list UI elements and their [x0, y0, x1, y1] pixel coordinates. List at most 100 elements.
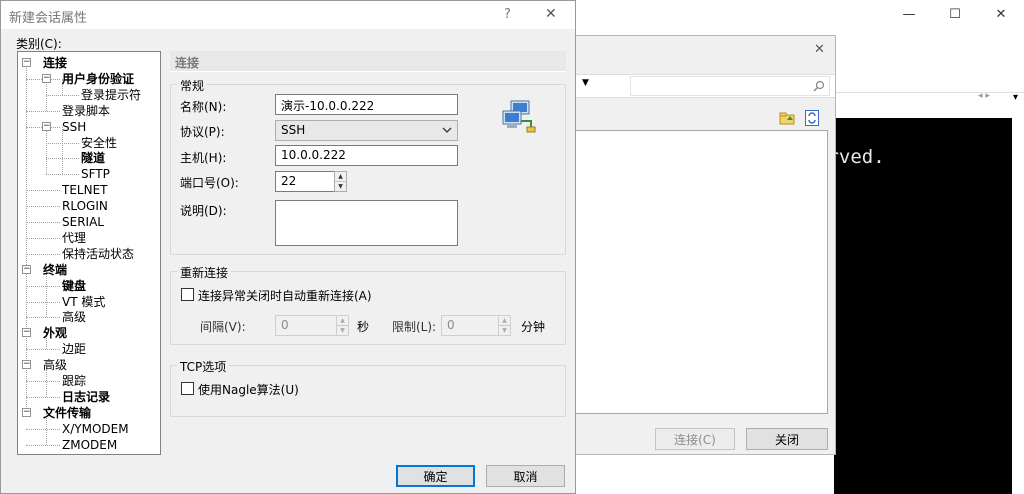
- tree-collapse-icon[interactable]: −: [22, 407, 31, 417]
- tree-guide-line: [26, 285, 60, 287]
- interval-label: 间隔(V):: [200, 320, 246, 334]
- category-tree[interactable]: − 连接 − 用户身份验证 登录提示符 登录脚本 − SSH 安全性 隧道 SFTP TELNET RL…: [17, 51, 161, 455]
- protocol-value: SSH: [281, 123, 306, 137]
- tree-item[interactable]: ZMODEM: [62, 437, 117, 453]
- terminal-area[interactable]: erved.: [816, 118, 1024, 494]
- tree-item[interactable]: 高级: [43, 357, 67, 373]
- tree-item[interactable]: X/YMODEM: [62, 421, 129, 437]
- name-input[interactable]: 演示-10.0.0.222: [275, 94, 458, 115]
- limit-spinner[interactable]: ▲ ▼: [498, 315, 511, 336]
- tree-guide-line: [26, 301, 60, 303]
- protocol-select[interactable]: SSH: [275, 120, 458, 141]
- session-search-input[interactable]: [630, 76, 830, 96]
- tree-item[interactable]: 高级: [62, 309, 86, 325]
- search-icon: [813, 80, 825, 92]
- tree-item[interactable]: 连接: [43, 55, 67, 71]
- protocol-label: 协议(P):: [180, 125, 225, 139]
- terminal-scrollbar[interactable]: [1012, 110, 1024, 494]
- close-button[interactable]: ✕: [978, 0, 1024, 28]
- tree-item[interactable]: 登录脚本: [62, 103, 110, 119]
- interval-input[interactable]: 0: [275, 315, 337, 336]
- title-bar: [1, 1, 575, 29]
- tree-guide-line: [46, 94, 79, 96]
- tree-guide-line: [46, 142, 79, 144]
- tree-collapse-icon[interactable]: −: [22, 58, 31, 67]
- tree-collapse-icon[interactable]: −: [42, 73, 51, 83]
- tree-item[interactable]: 代理: [62, 230, 86, 246]
- dialog-close-button[interactable]: ✕: [545, 6, 557, 22]
- reconnect-checkbox-label: 连接异常关闭时自动重新连接(A): [198, 289, 372, 303]
- spin-down-icon[interactable]: ▼: [499, 325, 510, 335]
- tree-item[interactable]: RLOGIN: [62, 198, 108, 214]
- connect-button[interactable]: 连接(C): [655, 428, 735, 450]
- toolbar-divider: [836, 92, 1024, 93]
- tree-item[interactable]: TELNET: [62, 182, 108, 198]
- close-dialog-button[interactable]: 关闭: [746, 428, 828, 450]
- tree-item[interactable]: 外观: [43, 325, 67, 341]
- tree-item[interactable]: SERIAL: [62, 214, 104, 230]
- port-input[interactable]: 22: [275, 171, 335, 192]
- help-button[interactable]: ?: [504, 7, 511, 22]
- port-label: 端口号(O):: [180, 176, 239, 190]
- tree-guide-line: [26, 222, 60, 223]
- tree-item[interactable]: 保持活动状态: [62, 246, 134, 262]
- tree-item[interactable]: 安全性: [81, 135, 117, 151]
- tree-item[interactable]: 终端: [43, 262, 67, 278]
- nagle-checkbox[interactable]: [181, 382, 194, 395]
- tree-item[interactable]: 登录提示符: [81, 87, 141, 103]
- chevron-down-icon: [442, 127, 452, 133]
- ok-button[interactable]: 确定: [396, 465, 475, 487]
- tree-collapse-icon[interactable]: −: [22, 328, 31, 338]
- tree-collapse-icon[interactable]: −: [42, 121, 51, 131]
- spin-up-icon[interactable]: ▲: [335, 172, 346, 181]
- tree-guide-line: [46, 174, 79, 176]
- section-header: 连接: [170, 51, 566, 72]
- tab-scroll-arrows[interactable]: ◂ ▸: [978, 91, 990, 101]
- tree-item[interactable]: VT 模式: [62, 294, 105, 310]
- tab-dropdown-icon[interactable]: ▾: [1013, 92, 1018, 103]
- reconnect-checkbox[interactable]: [181, 288, 194, 301]
- session-properties-dialog: 新建会话属性 ? ✕ 类别(C): − 连接 − 用户身份验证 登录提示符 登录脚本 − SS…: [0, 0, 576, 494]
- spin-up-icon[interactable]: ▲: [337, 316, 348, 325]
- tree-guide-line: [26, 253, 60, 255]
- section-title: 连接: [175, 56, 200, 70]
- chevron-down-icon[interactable]: ▼: [582, 78, 589, 88]
- maximize-button[interactable]: ☐: [932, 0, 978, 28]
- tree-item[interactable]: 跟踪: [62, 373, 86, 389]
- open-folder-icon[interactable]: [779, 110, 795, 126]
- port-spinner[interactable]: ▲ ▼: [334, 171, 347, 192]
- session-manager-close-button[interactable]: ✕: [814, 42, 825, 57]
- tree-item[interactable]: SFTP: [81, 166, 110, 182]
- host-input[interactable]: 10.0.0.222: [275, 145, 458, 166]
- minimize-button[interactable]: —: [886, 0, 932, 28]
- spin-down-icon[interactable]: ▼: [335, 181, 346, 191]
- interval-unit: 秒: [357, 320, 370, 334]
- tree-item[interactable]: 用户身份验证: [62, 71, 134, 87]
- session-list[interactable]: [575, 130, 828, 414]
- tree-item[interactable]: 键盘: [62, 278, 86, 294]
- tree-item[interactable]: 日志记录: [62, 389, 110, 405]
- tree-guide-line: [26, 428, 60, 430]
- tree-item[interactable]: 边距: [62, 341, 86, 357]
- tree-guide-line: [26, 237, 60, 239]
- tree-guide-line: [26, 317, 60, 319]
- limit-input[interactable]: 0: [441, 315, 499, 336]
- tree-guide-line: [26, 206, 60, 208]
- tree-item[interactable]: 隧道: [81, 150, 105, 166]
- description-input[interactable]: [275, 200, 458, 246]
- tree-guide-line: [26, 110, 60, 112]
- spin-down-icon[interactable]: ▼: [337, 325, 348, 335]
- tree-item[interactable]: 文件传输: [43, 405, 91, 421]
- cancel-button[interactable]: 取消: [486, 465, 565, 487]
- description-label: 说明(D):: [180, 204, 227, 218]
- spin-up-icon[interactable]: ▲: [499, 316, 510, 325]
- refresh-icon[interactable]: [805, 110, 819, 126]
- interval-spinner[interactable]: ▲ ▼: [336, 315, 349, 336]
- tree-collapse-icon[interactable]: −: [22, 360, 31, 370]
- host-label: 主机(H):: [180, 151, 227, 165]
- tree-guide-line: [46, 126, 47, 175]
- tree-item[interactable]: SSH: [62, 119, 86, 135]
- general-group-label: 常规: [177, 77, 208, 94]
- tree-collapse-icon[interactable]: −: [22, 264, 31, 274]
- reconnect-group-label: 重新连接: [177, 264, 232, 281]
